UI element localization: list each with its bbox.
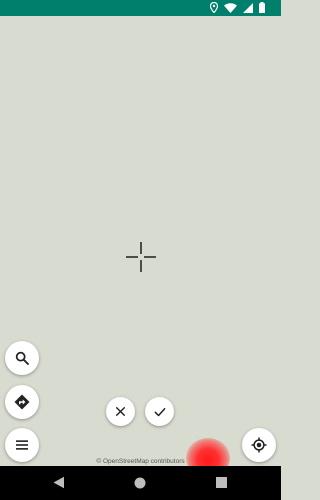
check-icon — [154, 407, 165, 416]
signal-icon — [243, 2, 253, 13]
home-icon[interactable] — [134, 477, 146, 489]
navigation-bar — [0, 466, 281, 500]
menu-icon — [16, 440, 28, 450]
directions-icon — [14, 394, 30, 410]
status-bar — [0, 0, 281, 16]
status-icons — [210, 2, 265, 13]
map-attribution: © OpenStreetMap contributors — [96, 458, 185, 465]
location-icon — [210, 2, 218, 13]
cancel-button[interactable] — [106, 397, 135, 426]
close-icon — [116, 407, 125, 416]
back-icon[interactable] — [53, 476, 65, 489]
confirm-button[interactable] — [145, 397, 174, 426]
menu-button[interactable] — [5, 428, 39, 462]
recents-icon[interactable] — [216, 477, 227, 488]
crosshair-icon — [126, 242, 156, 272]
search-button[interactable] — [5, 341, 39, 375]
battery-icon — [259, 2, 265, 13]
map-view[interactable] — [0, 16, 281, 466]
my-location-button[interactable] — [242, 428, 276, 462]
wifi-icon — [224, 2, 237, 13]
directions-button[interactable] — [5, 385, 39, 419]
my-location-icon — [251, 437, 267, 453]
search-icon — [15, 351, 29, 365]
